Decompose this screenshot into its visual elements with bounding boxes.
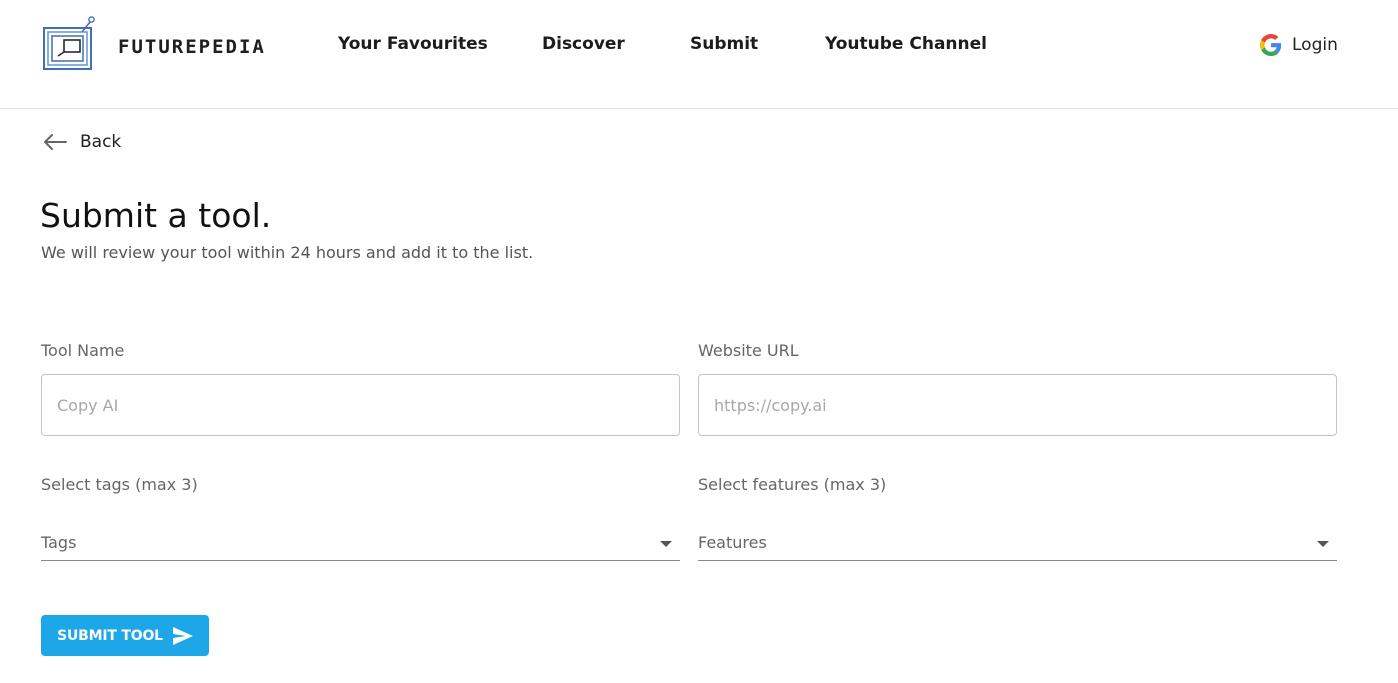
arrow-left-icon bbox=[44, 134, 67, 150]
features-label: Select features (max 3) bbox=[698, 475, 887, 494]
website-url-input[interactable] bbox=[698, 374, 1337, 436]
brand-logo[interactable]: FUTUREPEDIA bbox=[40, 14, 280, 74]
google-icon bbox=[1260, 34, 1282, 56]
submit-tool-label: SUBMIT TOOL bbox=[57, 627, 163, 644]
features-select[interactable]: Features bbox=[698, 531, 1337, 561]
page-title: Submit a tool. bbox=[40, 196, 272, 235]
tags-placeholder: Tags bbox=[41, 533, 77, 552]
send-icon bbox=[172, 626, 193, 645]
back-label: Back bbox=[80, 132, 122, 152]
tags-select[interactable]: Tags bbox=[41, 531, 680, 561]
submit-tool-button[interactable]: SUBMIT TOOL bbox=[41, 615, 209, 656]
tool-name-label: Tool Name bbox=[41, 341, 125, 360]
top-header: FUTUREPEDIA Your Favourites Discover Sub… bbox=[0, 0, 1398, 109]
caret-down-icon bbox=[660, 541, 672, 547]
caret-down-icon bbox=[1317, 541, 1329, 547]
nav-your-favourites[interactable]: Your Favourites bbox=[338, 34, 488, 54]
brand-name: FUTUREPEDIA bbox=[118, 36, 266, 58]
features-placeholder: Features bbox=[698, 533, 767, 552]
tags-label: Select tags (max 3) bbox=[41, 475, 198, 494]
nav-discover[interactable]: Discover bbox=[542, 34, 625, 54]
nav-youtube-channel[interactable]: Youtube Channel bbox=[825, 34, 987, 54]
futurepedia-logo-icon bbox=[43, 16, 95, 70]
login-label: Login bbox=[1292, 35, 1338, 55]
nav-submit[interactable]: Submit bbox=[690, 34, 758, 54]
page-subtitle: We will review your tool within 24 hours… bbox=[41, 243, 534, 262]
back-link[interactable]: Back bbox=[42, 130, 121, 154]
login-button[interactable]: Login bbox=[1260, 33, 1338, 57]
tool-name-input[interactable] bbox=[41, 374, 680, 436]
website-url-label: Website URL bbox=[698, 341, 799, 360]
